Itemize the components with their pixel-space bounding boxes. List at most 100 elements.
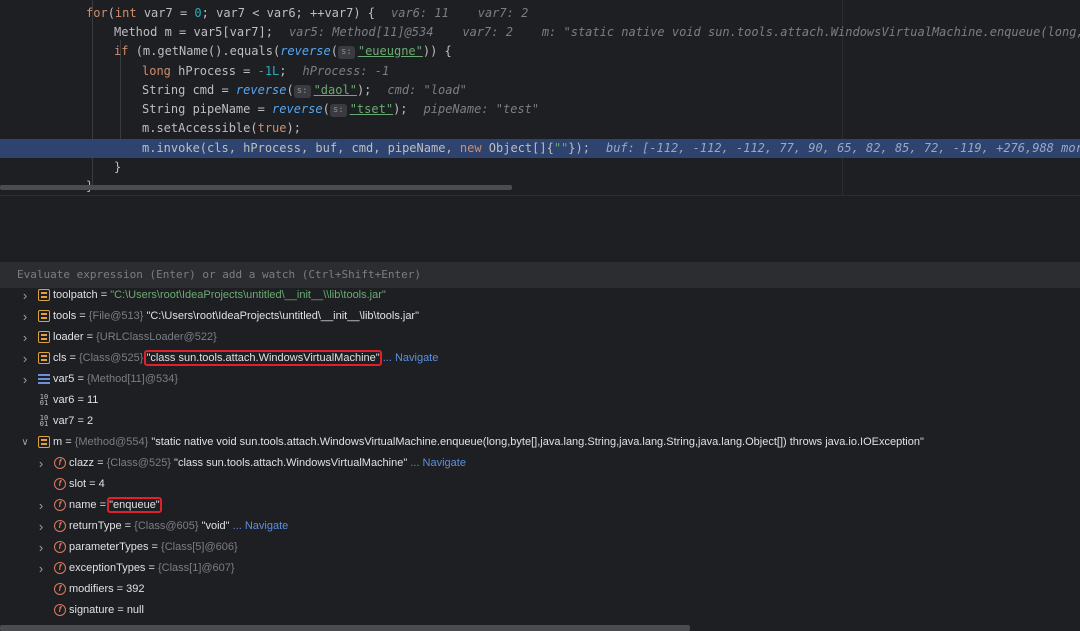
code-token: new [459, 141, 489, 155]
chevron-right-icon[interactable]: › [36, 558, 46, 579]
variable-value: null [126, 604, 144, 616]
code-token: "" [553, 141, 569, 155]
variable-row-m[interactable]: ∨ m = {Method@554} "static native void su… [0, 432, 1080, 453]
variable-row-var6[interactable]: 10 01 var6 = 11 [0, 390, 1080, 411]
f-field-icon: f [54, 562, 66, 574]
array-icon [38, 373, 50, 385]
variable-type: {Method[11]@534} [86, 373, 179, 385]
code-token: ( [286, 83, 294, 97]
variable-name: cls [53, 352, 67, 364]
evaluate-expression-field[interactable]: Evaluate expression (Enter) or add a wat… [0, 262, 1080, 289]
variable-name: name [69, 499, 97, 511]
code-line: String pipeName = reverse(s: "tset"); pipe… [0, 100, 1080, 119]
parameter-hint: s: [338, 46, 355, 59]
variable-name: exceptionTypes [69, 562, 146, 574]
navigate-link[interactable]: ... Navigate [383, 352, 439, 364]
editor-horizontal-scrollbar[interactable] [0, 185, 512, 190]
variable-row-modifiers[interactable]: f modifiers = 392 [0, 579, 1080, 600]
chevron-right-icon[interactable]: › [20, 348, 30, 369]
code-line: m.setAccessible(true); [0, 119, 1080, 138]
f-field-icon: f [54, 520, 66, 532]
code-token: ); [286, 121, 301, 135]
chevron-right-icon[interactable]: › [20, 306, 30, 327]
variable-row-cls[interactable]: › cls = {Class@525} "class sun.tools.atta… [0, 348, 1080, 369]
code-line-current: m.invoke(cls, hProcess, buf, cmd, pipeNa… [0, 139, 1080, 158]
variables-horizontal-scrollbar[interactable] [0, 625, 690, 631]
code-token: ); [356, 83, 372, 97]
code-token: ; var7 < var6; ++var7) { [201, 6, 376, 20]
code-line: } [0, 158, 1080, 177]
chevron-right-icon[interactable]: › [20, 327, 30, 348]
navigate-link[interactable]: ... Navigate [233, 520, 289, 532]
code-token: } [114, 160, 122, 174]
string-literal: "tset" [349, 102, 394, 116]
f-field-icon: f [54, 457, 66, 469]
navigate-link[interactable]: ... Navigate [410, 457, 466, 469]
code-token: )) { [422, 44, 452, 58]
highlighted-value: "class sun.tools.attach.WindowsVirtualMa… [144, 350, 382, 366]
variables-tree[interactable]: › toolpatch = "C:\Users\root\IdeaProjects… [0, 288, 1080, 631]
variable-row-tools[interactable]: › tools = {File@513} "C:\Users\root\IdeaP… [0, 306, 1080, 327]
field-icon [38, 310, 50, 322]
variable-value: "void" [201, 520, 230, 532]
variable-type: {Class@605} [134, 520, 199, 532]
code-token: reverse [235, 83, 287, 97]
variable-value: 4 [98, 478, 105, 490]
debugger-toolbar-area [0, 195, 1080, 263]
code-token: long [142, 64, 179, 78]
variable-row-name[interactable]: › f name = "enqueue" [0, 495, 1080, 516]
f-field-icon: f [54, 478, 66, 490]
variable-type: {Class[5]@606} [161, 541, 238, 553]
variable-type: {File@513} [88, 310, 144, 322]
code-token: -1L [257, 64, 280, 78]
variable-row-returntype[interactable]: › f returnType = {Class@605} "void" ... Na… [0, 516, 1080, 537]
variable-row-parametertypes[interactable]: › f parameterTypes = {Class[5]@606} [0, 537, 1080, 558]
string-literal: "eueugne" [357, 44, 423, 58]
chevron-right-icon[interactable]: › [36, 495, 46, 516]
inline-debug-value: cmd: "load" [387, 83, 467, 97]
variable-row-toolpatch[interactable]: › toolpatch = "C:\Users\root\IdeaProjects… [0, 288, 1080, 306]
code-token: hProcess = [178, 64, 258, 78]
variable-row-var7[interactable]: 10 01 var7 = 2 [0, 411, 1080, 432]
variable-row-clazz[interactable]: › f clazz = {Class@525} "class sun.tools.a… [0, 453, 1080, 474]
f-field-icon: f [54, 499, 66, 511]
code-line: String cmd = reverse(s: "daol"); cmd: "loa… [0, 81, 1080, 100]
inline-debug-value: pipeName: "test" [423, 102, 540, 116]
variable-row-slot[interactable]: f slot = 4 [0, 474, 1080, 495]
variable-row-loader[interactable]: › loader = {URLClassLoader@522} [0, 327, 1080, 348]
f-field-icon: f [54, 541, 66, 553]
code-token: ); [393, 102, 408, 116]
variable-name: modifiers [69, 583, 114, 595]
code-token: true [257, 121, 287, 135]
variable-row-signature[interactable]: f signature = null [0, 600, 1080, 621]
variable-value: "C:\Users\root\IdeaProjects\untitled\__i… [146, 310, 420, 322]
chevron-right-icon[interactable]: › [36, 453, 46, 474]
variable-name: slot [69, 478, 87, 490]
variable-row-var5[interactable]: › var5 = {Method[11]@534} [0, 369, 1080, 390]
variable-value: "C:\Users\root\IdeaProjects\untitled\__i… [110, 289, 386, 301]
variable-type: {Method@554} [74, 436, 149, 448]
chevron-right-icon[interactable]: › [20, 288, 30, 306]
variable-row-exceptiontypes[interactable]: › f exceptionTypes = {Class[1]@607} [0, 558, 1080, 579]
code-token: int [114, 6, 144, 20]
variable-value: 392 [126, 583, 145, 595]
variable-name: var5 [53, 373, 75, 385]
primitive-icon: 10 01 [39, 414, 49, 428]
chevron-right-icon[interactable]: › [36, 516, 46, 537]
variable-name: loader [53, 331, 84, 343]
variable-name: returnType [69, 520, 122, 532]
code-token: reverse [272, 102, 323, 116]
chevron-down-icon[interactable]: ∨ [20, 432, 30, 453]
chevron-right-icon[interactable]: › [36, 537, 46, 558]
variable-value: 11 [86, 394, 99, 406]
chevron-right-icon[interactable]: › [20, 369, 30, 390]
inline-debug-value: buf: [-112, -112, -112, 77, 90, 65, 82, … [605, 141, 1080, 155]
variable-name: toolpatch [53, 289, 98, 301]
code-token: ( [330, 44, 338, 58]
code-editor[interactable]: for(int var7 = 0; var7 < var6; ++var7) {… [0, 0, 1080, 195]
f-field-icon: f [54, 604, 66, 616]
code-token: for [86, 6, 108, 20]
code-token: if [114, 44, 136, 58]
variable-name: var6 [53, 394, 75, 406]
variable-value: 2 [86, 415, 94, 427]
